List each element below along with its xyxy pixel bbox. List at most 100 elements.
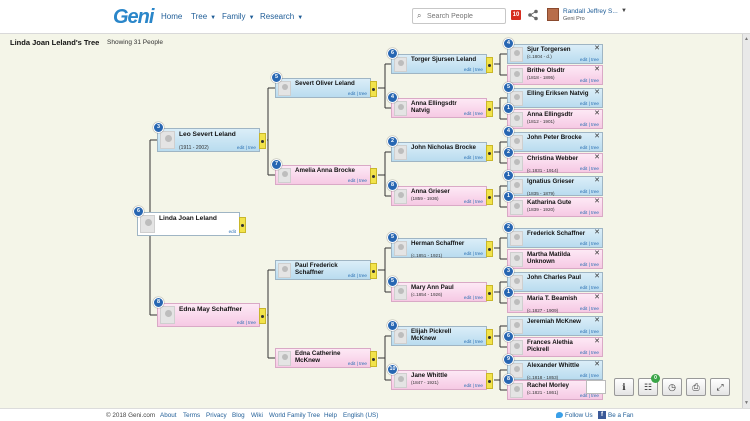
edit-tree-links[interactable]: edit | tree bbox=[464, 155, 483, 160]
footer-link-about[interactable]: About bbox=[160, 412, 176, 419]
relatives-count-badge[interactable]: 4 bbox=[387, 92, 398, 103]
person-card[interactable]: Sjur Torgersen (c.1804 - d.) edit | tree ✕ bbox=[507, 44, 603, 64]
person-photo-placeholder-icon[interactable] bbox=[278, 351, 291, 366]
person-photo-placeholder-icon[interactable] bbox=[510, 296, 523, 311]
be-a-fan-link[interactable]: Be a Fan bbox=[608, 412, 634, 419]
edit-tree-links[interactable]: edit | tree bbox=[580, 329, 599, 334]
person-photo-placeholder-icon[interactable] bbox=[510, 383, 523, 398]
person-card[interactable]: Edna Catherine McKnew edit | tree bbox=[275, 348, 377, 368]
footer-link-privacy[interactable]: Privacy bbox=[206, 412, 227, 419]
person-name[interactable]: Jane Whittle bbox=[411, 372, 477, 380]
relatives-count-badge[interactable]: 5 bbox=[387, 232, 398, 243]
relatives-count-badge[interactable]: 10 bbox=[387, 364, 398, 375]
scroll-down-icon[interactable]: ▼ bbox=[744, 400, 749, 406]
relatives-count-badge[interactable]: 8 bbox=[153, 297, 164, 308]
close-icon[interactable]: ✕ bbox=[594, 177, 600, 185]
edit-tree-links[interactable]: edit | tree bbox=[580, 241, 599, 246]
person-card[interactable]: Brithe Olsdtr (1818 - 1895) edit | tree ✕ bbox=[507, 65, 603, 85]
expand-ancestors-handle[interactable] bbox=[486, 101, 493, 117]
person-photo-placeholder-icon[interactable] bbox=[394, 57, 407, 72]
relatives-count-badge[interactable]: 1 bbox=[503, 191, 514, 202]
person-name[interactable]: Linda Joan Leland bbox=[159, 215, 230, 222]
person-name[interactable]: Alexander Whittle bbox=[527, 362, 593, 370]
relatives-count-badge[interactable]: 4 bbox=[503, 38, 514, 49]
person-card[interactable]: Elijah Pickrell McKnew edit | tree bbox=[391, 326, 493, 346]
edit-tree-links[interactable]: edit | tree bbox=[464, 383, 483, 388]
person-card[interactable]: Alexander Whittle (c.1818 - 1853) edit | t… bbox=[507, 360, 603, 380]
close-icon[interactable]: ✕ bbox=[594, 294, 600, 302]
person-name[interactable]: John Nicholas Brocke bbox=[411, 144, 477, 152]
person-card[interactable]: Torger Sjursen Leland edit | tree bbox=[391, 54, 493, 74]
person-card[interactable]: Paul Frederick Schaffner edit | tree bbox=[275, 260, 377, 280]
close-icon[interactable]: ✕ bbox=[594, 154, 600, 162]
fullscreen-button[interactable]: ⤢ bbox=[710, 378, 730, 396]
info-tool-button[interactable]: ℹ bbox=[614, 378, 634, 396]
edit-tree-links[interactable]: edit | tree bbox=[464, 295, 483, 300]
edit-tree-links[interactable]: edit | tree bbox=[348, 178, 367, 183]
relatives-count-badge[interactable]: 4 bbox=[503, 126, 514, 137]
relatives-count-badge[interactable]: 6 bbox=[133, 206, 144, 217]
person-name[interactable]: Elling Eriksen Natvig bbox=[527, 90, 593, 98]
relatives-count-badge[interactable]: 8 bbox=[503, 374, 514, 385]
relatives-count-badge[interactable]: 2 bbox=[387, 136, 398, 147]
person-card[interactable]: Martha Matilda Unknown edit | tree ✕ bbox=[507, 249, 603, 269]
edit-tree-links[interactable]: edit | tree bbox=[580, 373, 599, 378]
close-icon[interactable]: ✕ bbox=[594, 66, 600, 74]
relatives-count-badge[interactable]: 7 bbox=[271, 159, 282, 170]
person-card[interactable]: Anna Ellingsdtr (1812 - 1901) edit | tree ✕ bbox=[507, 109, 603, 129]
timeline-button[interactable]: ◷ bbox=[662, 378, 682, 396]
relatives-count-badge[interactable]: 2 bbox=[503, 147, 514, 158]
edit-tree-links[interactable]: edit | tree bbox=[580, 210, 599, 215]
person-photo-placeholder-icon[interactable] bbox=[510, 252, 523, 267]
close-icon[interactable]: ✕ bbox=[594, 338, 600, 346]
person-name[interactable]: Ignatius Grieser bbox=[527, 178, 593, 186]
edit-tree-links[interactable]: edit | tree bbox=[580, 145, 599, 150]
person-photo-placeholder-icon[interactable] bbox=[278, 81, 291, 96]
person-photo-placeholder-icon[interactable] bbox=[394, 241, 407, 256]
footer-link-help[interactable]: Help bbox=[324, 412, 337, 419]
edit-tree-links[interactable]: edit | tree bbox=[580, 350, 599, 355]
relatives-count-badge[interactable]: 3 bbox=[503, 266, 514, 277]
expand-ancestors-handle[interactable] bbox=[370, 81, 377, 97]
person-card[interactable]: Herman Schaffner (c.1851 - 1921) edit | tr… bbox=[391, 238, 493, 258]
person-card[interactable]: Katharina Gute (1839 - 1920) edit | tree ✕ bbox=[507, 197, 603, 217]
person-card[interactable]: Edna May Schaffner edit | tree bbox=[157, 303, 266, 327]
person-name[interactable]: Anna Grieser bbox=[411, 188, 477, 196]
expand-ancestors-handle[interactable] bbox=[239, 217, 246, 233]
expand-ancestors-handle[interactable] bbox=[259, 308, 266, 324]
person-name[interactable]: Maria T. Beamish bbox=[527, 295, 593, 303]
edit-tree-links[interactable]: edit | tree bbox=[237, 145, 256, 150]
close-icon[interactable]: ✕ bbox=[594, 198, 600, 206]
person-photo-placeholder-icon[interactable] bbox=[278, 263, 291, 278]
relatives-count-badge[interactable]: 5 bbox=[271, 72, 282, 83]
relatives-count-badge[interactable]: 1 bbox=[503, 287, 514, 298]
expand-ancestors-handle[interactable] bbox=[486, 189, 493, 205]
person-name[interactable]: Frederick Schaffner bbox=[527, 230, 593, 238]
person-card[interactable]: Christina Webber (c.1831 - 1914) edit | tr… bbox=[507, 153, 603, 173]
twitter-icon[interactable] bbox=[556, 412, 563, 418]
close-icon[interactable]: ✕ bbox=[594, 133, 600, 141]
person-name[interactable]: Rachel Morley bbox=[527, 382, 593, 390]
person-name[interactable]: Leo Severt Leland bbox=[179, 131, 250, 138]
person-card[interactable]: Elling Eriksen Natvig edit | tree ✕ bbox=[507, 88, 603, 108]
person-name[interactable]: John Charles Paul bbox=[527, 274, 593, 282]
vertical-scrollbar[interactable]: ▲ ▼ bbox=[742, 34, 750, 408]
edit-tree-links[interactable]: edit | tree bbox=[580, 262, 599, 267]
edit-tree-links[interactable]: edit | tree bbox=[348, 361, 367, 366]
edit-tree-links[interactable]: edit | tree bbox=[580, 57, 599, 62]
person-card[interactable]: Frances Alethia Pickrell edit | tree ✕ bbox=[507, 337, 603, 357]
edit-tree-links[interactable]: edit | tree bbox=[464, 111, 483, 116]
footer-link-terms[interactable]: Terms bbox=[183, 412, 200, 419]
person-photo-placeholder-icon[interactable] bbox=[394, 145, 407, 160]
footer-link-blog[interactable]: Blog bbox=[232, 412, 245, 419]
relatives-count-badge[interactable]: 6 bbox=[387, 48, 398, 59]
edit-tree-links[interactable]: edit | tree bbox=[580, 101, 599, 106]
relatives-count-badge[interactable]: 1 bbox=[503, 170, 514, 181]
person-photo-placeholder-icon[interactable] bbox=[394, 373, 407, 388]
follow-us-link[interactable]: Follow Us bbox=[565, 412, 593, 419]
person-name[interactable]: Christina Webber bbox=[527, 155, 593, 163]
person-card[interactable]: Anna Grieser (1859 - 1936) edit | tree bbox=[391, 186, 493, 206]
relatives-count-badge[interactable]: 8 bbox=[387, 180, 398, 191]
expand-ancestors-handle[interactable] bbox=[486, 57, 493, 73]
person-card[interactable]: Ignatius Grieser (1835 - 1879) edit | tree… bbox=[507, 176, 603, 196]
